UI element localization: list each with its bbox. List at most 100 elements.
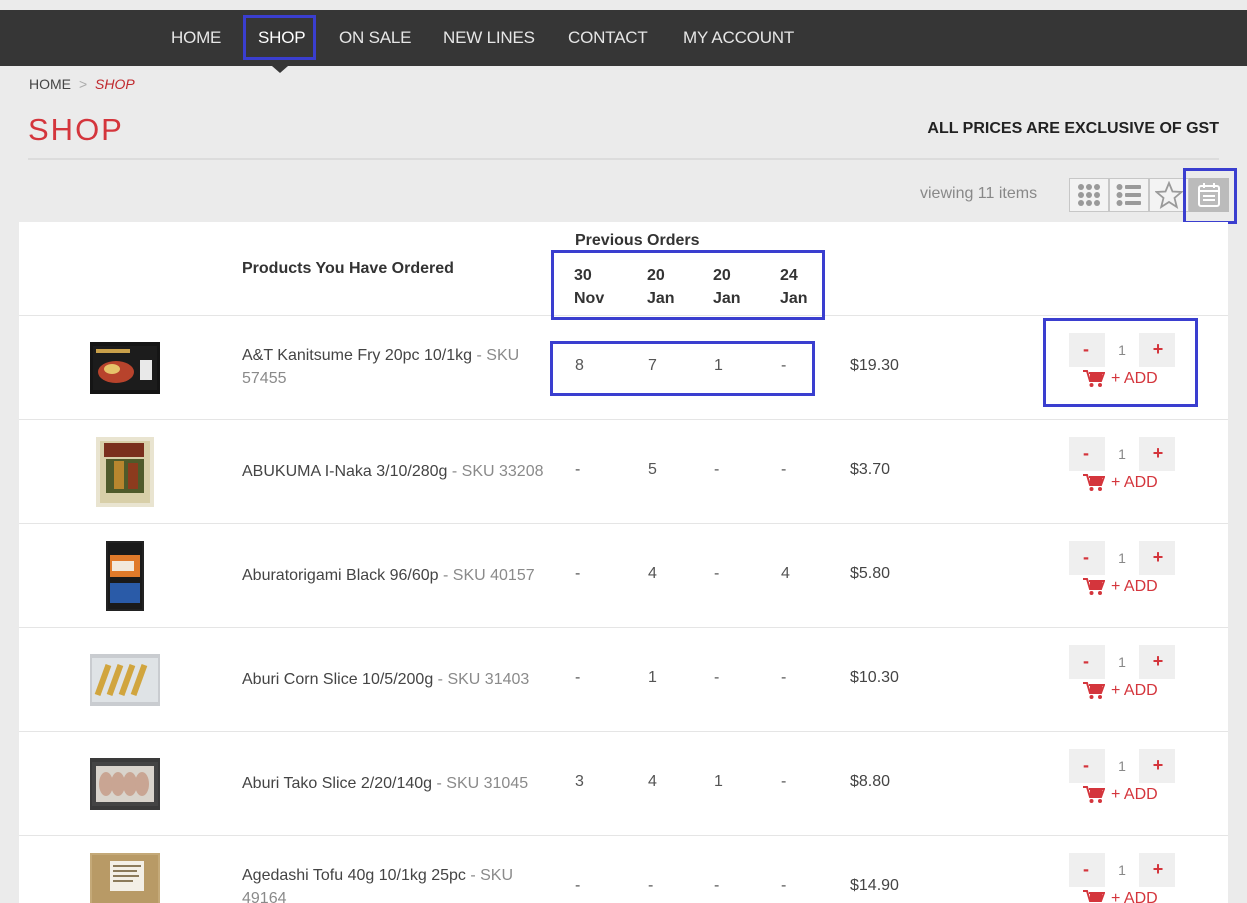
order-qty: - <box>714 877 720 894</box>
product-name[interactable]: Aburatorigami Black 96/60p - SKU 40157 <box>242 564 552 587</box>
order-qty: - <box>575 877 581 894</box>
order-qty: - <box>781 773 787 790</box>
nav-my-account[interactable]: MY ACCOUNT <box>683 10 794 66</box>
order-qty: 8 <box>575 357 584 374</box>
table-row: Aburi Tako Slice 2/20/140g - SKU 31045 3… <box>19 732 1228 836</box>
nav-contact[interactable]: CONTACT <box>568 10 648 66</box>
add-to-cart-button[interactable]: + ADD <box>1083 682 1158 700</box>
add-to-cart-button[interactable]: + ADD <box>1083 890 1158 903</box>
product-price: $8.80 <box>850 773 891 790</box>
viewing-count: viewing 11 items <box>920 185 1038 202</box>
list-view-button[interactable] <box>1109 178 1149 212</box>
favourites-view-button[interactable] <box>1149 178 1189 212</box>
decrease-qty-button[interactable]: - <box>1069 333 1103 367</box>
increase-qty-button[interactable]: + <box>1141 541 1175 575</box>
decrease-qty-button[interactable]: - <box>1069 645 1103 679</box>
order-date-header: 24 Jan <box>780 267 808 307</box>
order-qty: - <box>714 669 720 686</box>
cart-icon <box>1083 682 1105 699</box>
table-row: Aburatorigami Black 96/60p - SKU 40157 -… <box>19 524 1228 628</box>
page-title: SHOP <box>28 112 124 147</box>
gst-note: ALL PRICES ARE EXCLUSIVE OF GST <box>927 120 1219 137</box>
product-name[interactable]: ABUKUMA I-Naka 3/10/280g - SKU 33208 <box>242 460 552 483</box>
breadcrumb-home[interactable]: HOME <box>29 76 71 92</box>
product-image[interactable] <box>96 437 154 507</box>
calendar-icon <box>1198 183 1220 207</box>
product-name[interactable]: A&T Kanitsume Fry 20pc 10/1kg - SKU 5745… <box>242 344 552 390</box>
table-header: Products You Have Ordered Previous Order… <box>19 222 1228 316</box>
add-to-cart-button[interactable]: + ADD <box>1083 370 1158 388</box>
table-row: Aburi Corn Slice 10/5/200g - SKU 31403 -… <box>19 628 1228 732</box>
nav-on-sale[interactable]: ON SALE <box>339 10 411 66</box>
product-price: $10.30 <box>850 669 899 686</box>
product-price: $3.70 <box>850 461 891 478</box>
order-qty: - <box>575 461 581 478</box>
quantity-stepper: - + <box>1069 749 1175 783</box>
quantity-stepper: - + <box>1069 437 1175 471</box>
order-qty: 1 <box>714 357 723 374</box>
cart-icon <box>1083 370 1105 387</box>
cart-icon <box>1083 786 1105 803</box>
increase-qty-button[interactable]: + <box>1141 749 1175 783</box>
add-to-cart-button[interactable]: + ADD <box>1083 474 1158 492</box>
increase-qty-button[interactable]: + <box>1141 333 1175 367</box>
nav-new-lines[interactable]: NEW LINES <box>443 10 535 66</box>
order-qty: - <box>575 669 581 686</box>
order-qty: - <box>781 877 787 894</box>
order-qty: 1 <box>714 773 723 790</box>
order-qty: 3 <box>575 773 584 790</box>
order-date-header: 20 Jan <box>713 267 741 307</box>
active-nav-caret <box>272 66 288 73</box>
increase-qty-button[interactable]: + <box>1141 853 1175 887</box>
previous-orders-view-button[interactable] <box>1189 178 1229 212</box>
product-image[interactable] <box>90 758 160 810</box>
table-row: ABUKUMA I-Naka 3/10/280g - SKU 33208 - 5… <box>19 420 1228 524</box>
increase-qty-button[interactable]: + <box>1141 645 1175 679</box>
main-nav: HOME SHOP ON SALE NEW LINES CONTACT MY A… <box>0 10 1247 73</box>
product-name[interactable]: Aburi Tako Slice 2/20/140g - SKU 31045 <box>242 772 552 795</box>
order-qty: - <box>781 669 787 686</box>
product-image[interactable] <box>90 853 160 903</box>
order-date-header: 20 Jan <box>647 267 675 307</box>
product-table: Products You Have Ordered Previous Order… <box>19 222 1228 903</box>
quantity-input[interactable] <box>1105 541 1139 575</box>
decrease-qty-button[interactable]: - <box>1069 749 1103 783</box>
product-image[interactable] <box>90 342 160 394</box>
product-image[interactable] <box>90 654 160 706</box>
product-name[interactable]: Agedashi Tofu 40g 10/1kg 25pc - SKU 4916… <box>242 864 552 903</box>
quantity-input[interactable] <box>1105 437 1139 471</box>
quantity-input[interactable] <box>1105 749 1139 783</box>
decrease-qty-button[interactable]: - <box>1069 437 1103 471</box>
order-qty: - <box>648 877 654 894</box>
title-divider <box>28 158 1219 160</box>
quantity-input[interactable] <box>1105 333 1139 367</box>
cart-icon <box>1083 890 1105 902</box>
order-qty: - <box>781 357 787 374</box>
decrease-qty-button[interactable]: - <box>1069 541 1103 575</box>
previous-orders-header: Previous Orders <box>575 232 700 249</box>
quantity-stepper: - + <box>1069 541 1175 575</box>
table-row: Agedashi Tofu 40g 10/1kg 25pc - SKU 4916… <box>19 836 1228 903</box>
quantity-input[interactable] <box>1105 853 1139 887</box>
star-icon <box>1155 181 1183 209</box>
quantity-stepper: - + <box>1069 853 1175 887</box>
order-qty: 4 <box>648 565 657 582</box>
add-to-cart-button[interactable]: + ADD <box>1083 578 1158 596</box>
decrease-qty-button[interactable]: - <box>1069 853 1103 887</box>
grid-view-button[interactable] <box>1069 178 1109 212</box>
order-qty: 4 <box>781 565 790 582</box>
order-qty: 7 <box>648 357 657 374</box>
order-qty: - <box>575 565 581 582</box>
product-price: $19.30 <box>850 357 899 374</box>
add-to-cart-button[interactable]: + ADD <box>1083 786 1158 804</box>
increase-qty-button[interactable]: + <box>1141 437 1175 471</box>
nav-shop[interactable]: SHOP <box>258 10 306 66</box>
product-image[interactable] <box>106 541 144 611</box>
nav-home[interactable]: HOME <box>171 10 221 66</box>
grid-icon <box>1078 184 1100 206</box>
cart-icon <box>1083 474 1105 491</box>
quantity-input[interactable] <box>1105 645 1139 679</box>
order-qty: - <box>781 461 787 478</box>
product-price: $14.90 <box>850 877 899 894</box>
product-name[interactable]: Aburi Corn Slice 10/5/200g - SKU 31403 <box>242 668 552 691</box>
